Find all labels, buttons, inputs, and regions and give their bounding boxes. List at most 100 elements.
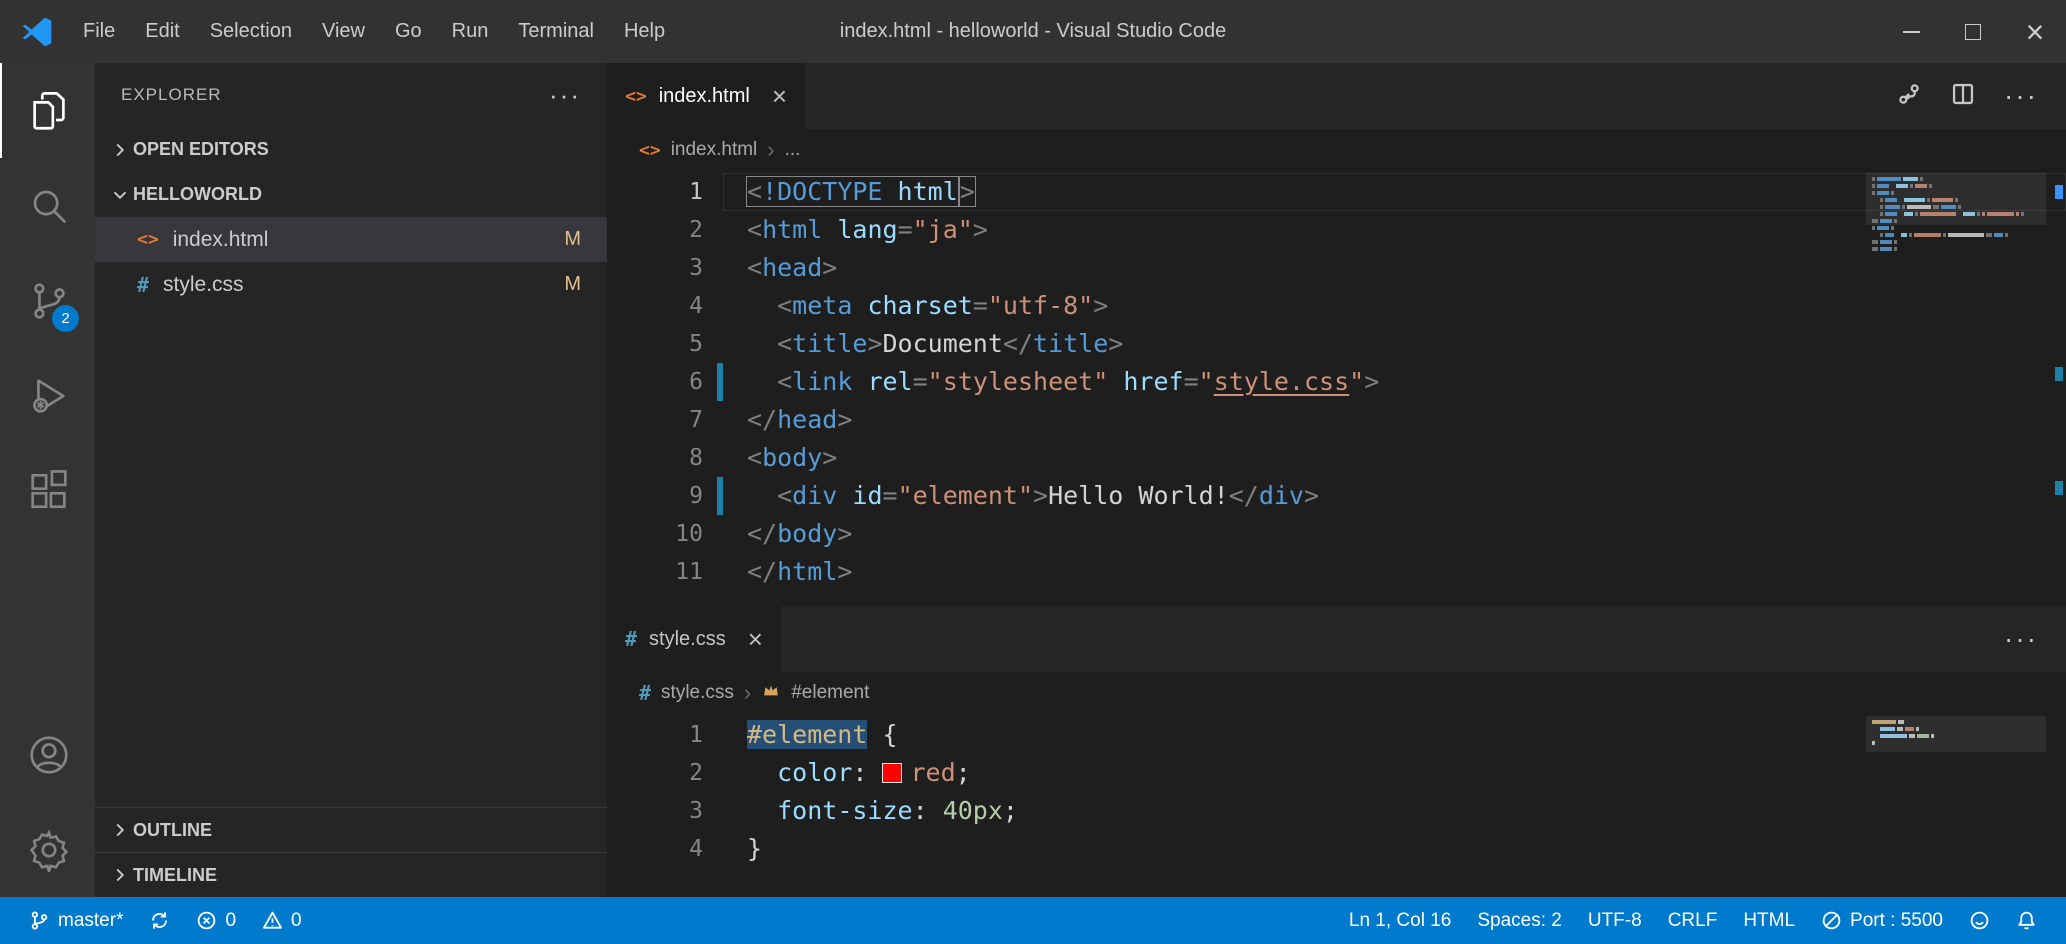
overview-ruler[interactable] <box>2048 171 2066 606</box>
code-token: > <box>822 443 837 472</box>
close-tab-icon[interactable]: × <box>748 626 763 652</box>
code-line[interactable]: 10</body> <box>607 515 2066 553</box>
code-line[interactable]: 11</html> <box>607 553 2066 591</box>
code-token: </ <box>1003 329 1033 358</box>
status-feedback[interactable] <box>1956 897 2003 944</box>
line-number: 9 <box>607 477 703 515</box>
tab-style-css[interactable]: # style.css × <box>607 606 781 672</box>
breadcrumb-item[interactable]: index.html <box>671 139 758 161</box>
status-bar-right: Ln 1, Col 16 Spaces: 2 UTF-8CRLFHTMLPort :… <box>1336 897 2050 944</box>
status-notifications[interactable] <box>2003 897 2050 944</box>
code-token: > <box>867 329 882 358</box>
minimap-line <box>1872 741 2040 745</box>
breadcrumb: <>index.html›... <box>607 129 2066 171</box>
status-git-branch[interactable]: master* <box>16 897 136 944</box>
color-swatch[interactable] <box>882 763 902 783</box>
menu-edit[interactable]: Edit <box>130 0 194 63</box>
minimap-line <box>1872 247 2040 251</box>
activity-source-control[interactable]: 2 <box>0 253 95 348</box>
tab-index-html[interactable]: <> index.html × <box>607 63 805 129</box>
split-editor-icon[interactable] <box>1950 81 1976 112</box>
code-line[interactable]: 3 font-size: 40px; <box>607 792 2066 830</box>
minimize-button[interactable] <box>1880 0 1942 63</box>
breadcrumb-item[interactable]: ... <box>785 139 801 161</box>
code-line[interactable]: 5 <title>Document</title> <box>607 325 2066 363</box>
minimap[interactable] <box>1872 177 2040 254</box>
activity-bar: 2 <box>0 63 95 897</box>
close-icon: × <box>2026 16 2045 48</box>
status-indentation[interactable]: Spaces: 2 <box>1464 897 1575 944</box>
activity-account[interactable] <box>0 707 95 802</box>
status-live-server-port[interactable]: Port : 5500 <box>1808 897 1956 944</box>
code-token: > <box>837 519 852 548</box>
menu-run[interactable]: Run <box>437 0 504 63</box>
timeline-section[interactable]: TIMELINE <box>95 852 607 897</box>
code-token: rel <box>867 367 912 396</box>
minimap-line <box>1872 734 2040 738</box>
breadcrumb-item[interactable]: #element <box>791 682 869 704</box>
source-control-badge: 2 <box>52 305 79 332</box>
code-line[interactable]: 2<html lang="ja"> <box>607 211 2066 249</box>
code-line[interactable]: 6 <link rel="stylesheet" href="style.css… <box>607 363 2066 401</box>
open-editors-label: OPEN EDITORS <box>133 139 269 160</box>
html-file-icon: <> <box>137 229 159 250</box>
code-token: 40px <box>943 796 1003 825</box>
activity-explorer[interactable] <box>0 63 95 158</box>
code-token: > <box>1304 481 1319 510</box>
menu-terminal[interactable]: Terminal <box>503 0 609 63</box>
html-file-icon: <> <box>639 140 661 161</box>
close-tab-icon[interactable]: × <box>772 83 787 109</box>
folder-section[interactable]: HELLOWORLD <box>95 172 607 217</box>
line-number: 6 <box>607 363 703 401</box>
code-token: = <box>898 215 913 244</box>
status-cursor-position[interactable]: Ln 1, Col 16 <box>1336 897 1464 944</box>
minimap-line <box>1872 205 2040 209</box>
branch-icon <box>29 910 50 931</box>
menu-view[interactable]: View <box>307 0 380 63</box>
menu-selection[interactable]: Selection <box>195 0 307 63</box>
minimap[interactable] <box>1872 720 2040 748</box>
code-line[interactable]: 8<body> <box>607 439 2066 477</box>
bracket-match-box: > <box>960 177 975 206</box>
status-problems-errors[interactable]: 0 <box>183 897 249 944</box>
activity-search[interactable] <box>0 158 95 253</box>
code-editor-css[interactable]: 1#element {2 color: red;3 font-size: 40p… <box>607 714 2066 897</box>
status-problems-warnings[interactable]: 0 <box>249 897 315 944</box>
line-number: 1 <box>607 716 703 754</box>
code-lines: 1#element {2 color: red;3 font-size: 40p… <box>607 716 2066 868</box>
status-encoding[interactable]: UTF-8 <box>1575 897 1655 944</box>
status-sync[interactable] <box>136 897 183 944</box>
activity-settings[interactable] <box>0 802 95 897</box>
activity-run-debug[interactable] <box>0 348 95 443</box>
code-token: id <box>852 481 882 510</box>
code-token: > <box>1033 481 1048 510</box>
open-changes-icon[interactable] <box>1896 81 1922 112</box>
code-line[interactable]: 1<!DOCTYPE html> <box>607 173 2066 211</box>
file-row-index-html[interactable]: <>index.htmlM <box>95 217 607 262</box>
line-number: 10 <box>607 515 703 553</box>
code-line[interactable]: 1#element { <box>607 716 2066 754</box>
menu-help[interactable]: Help <box>609 0 680 63</box>
code-line[interactable]: 7</head> <box>607 401 2066 439</box>
close-button[interactable]: × <box>2004 0 2066 63</box>
outline-label: OUTLINE <box>133 820 212 841</box>
code-line[interactable]: 9 <div id="element">Hello World!</div> <box>607 477 2066 515</box>
outline-section[interactable]: OUTLINE <box>95 807 607 852</box>
code-token: red <box>910 758 955 787</box>
breadcrumb-item[interactable]: style.css <box>661 682 734 704</box>
code-line[interactable]: 2 color: red; <box>607 754 2066 792</box>
status-label: Spaces: 2 <box>1477 910 1562 932</box>
maximize-button[interactable] <box>1942 0 2004 63</box>
status-language-mode[interactable]: HTML <box>1730 897 1808 944</box>
code-line[interactable]: 3<head> <box>607 249 2066 287</box>
menu-file[interactable]: File <box>68 0 130 63</box>
code-line[interactable]: 4} <box>607 830 2066 868</box>
code-editor-html[interactable]: 1<!DOCTYPE html>2<html lang="ja">3<head>… <box>607 171 2066 606</box>
menu-go[interactable]: Go <box>380 0 437 63</box>
file-row-style-css[interactable]: #style.cssM <box>95 262 607 307</box>
open-editors-section[interactable]: OPEN EDITORS <box>95 127 607 172</box>
code-line[interactable]: 4 <meta charset="utf-8"> <box>607 287 2066 325</box>
activity-extensions[interactable] <box>0 443 95 538</box>
status-eol[interactable]: CRLF <box>1655 897 1731 944</box>
code-token: Hello World! <box>1048 481 1229 510</box>
